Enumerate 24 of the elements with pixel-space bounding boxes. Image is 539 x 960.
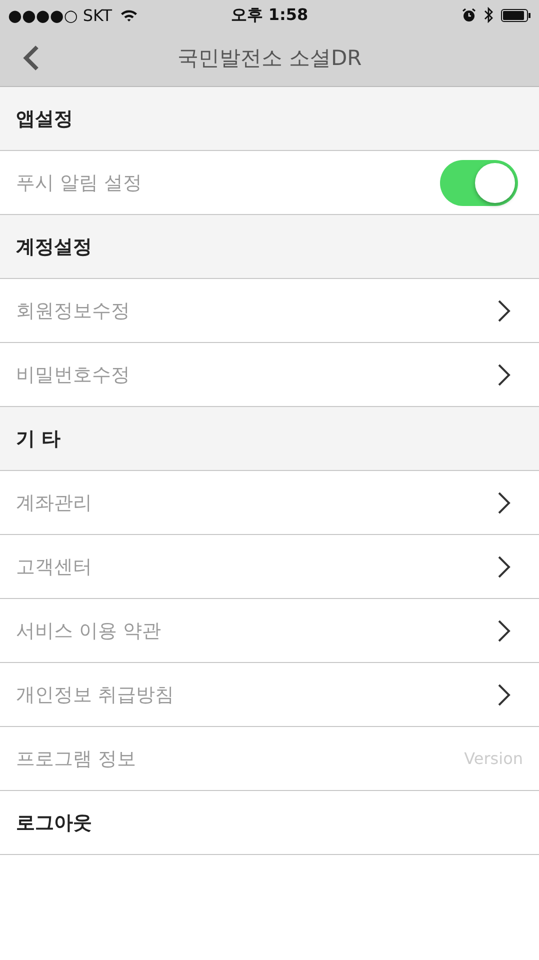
chevron-icon (497, 490, 511, 514)
chevron-icon (497, 362, 511, 386)
chevron-icon (497, 682, 511, 706)
chevron-icon (497, 298, 511, 322)
section-header: 앱설정 (0, 87, 539, 151)
chevron-icon (497, 554, 511, 578)
section-header: 기 타 (0, 407, 539, 471)
battery-icon (501, 8, 531, 22)
status-time: 오후 1:58 (230, 4, 308, 26)
menu-item[interactable]: 고객센터 (0, 535, 539, 599)
menu-item[interactable]: 회원정보수정 (0, 279, 539, 343)
section-header: 계정설정 (0, 215, 539, 279)
chevron-icon (497, 618, 511, 642)
bluetooth-icon (484, 7, 493, 23)
nav-title: 국민발전소 소셜DR (177, 45, 362, 72)
menu-item[interactable]: 개인정보 취급방침 (0, 663, 539, 727)
menu-item[interactable]: 서비스 이용 약관 (0, 599, 539, 663)
wifi-icon (120, 8, 138, 22)
toggle-switch[interactable] (440, 160, 518, 206)
setting-label: 푸시 알림 설정 (16, 170, 142, 196)
menu-item[interactable]: 계좌관리 (0, 471, 539, 535)
setting-label: 프로그램 정보 (16, 746, 136, 772)
carrier-text: ●●●●○ SKT (8, 6, 112, 24)
alarm-icon (462, 8, 476, 22)
